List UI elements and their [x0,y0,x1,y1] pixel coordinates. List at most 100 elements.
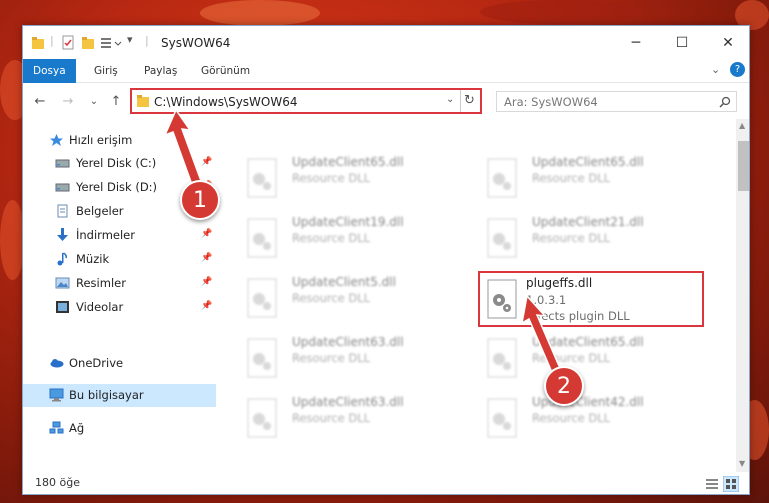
explorer-window: | ▾ | SysWOW64 ─ ☐ ✕ Dosya Giriş Paylaş … [22,25,750,495]
window-title: SysWOW64 [161,36,231,50]
file-name: UpdateClient65.dll [532,335,644,349]
title-bar: | ▾ | SysWOW64 ─ ☐ ✕ [23,26,749,59]
dll-file-icon [487,398,517,438]
dll-file-icon [247,218,277,258]
sidebar-item-label: Belgeler [76,204,124,218]
separator: | [145,34,149,47]
folder-icon [137,95,149,107]
sidebar-item-label: Bu bilgisayar [69,388,144,402]
callout-2: 2 [544,366,584,406]
sidebar-item-onedrive[interactable]: OneDrive [23,352,216,375]
pin-icon[interactable]: 📌 [201,277,212,287]
expand-ribbon-icon[interactable]: ⌄ [711,63,720,76]
sidebar-item-label: Ağ [69,421,85,435]
file-version: 1.0.3.1 [526,293,567,307]
sidebar-item-label: Yerel Disk (C:) [76,156,157,170]
sidebar-item-quick-access[interactable]: Hızlı erişim [23,129,216,152]
address-dropdown-icon[interactable]: ⌄ [446,94,454,105]
file-name: plugeffs.dll [526,276,593,290]
customize-quick-access-icon[interactable]: ▾ [127,33,133,49]
sidebar-item-this-pc[interactable]: Bu bilgisayar [23,384,216,407]
file-item[interactable]: UpdateClient63.dll Resource DLL [240,391,440,443]
sidebar-item-music[interactable]: Müzik 📌 [23,248,216,271]
picture-icon [55,277,70,289]
separator: | [50,34,54,47]
file-item[interactable]: UpdateClient42.dll Resource DLL [480,391,680,443]
file-description: Resource DLL [532,351,611,365]
ribbon: Dosya Giriş Paylaş Görünüm ⌄ ? [23,59,749,83]
file-description: Resource DLL [532,171,611,185]
file-name: UpdateClient63.dll [292,395,404,409]
file-item[interactable]: UpdateClient5.dll Resource DLL [240,271,440,323]
file-item-plugeffs[interactable]: plugeffs.dll 1.0.3.1 Effects plugin DLL [478,271,704,327]
sidebar-item-label: Yerel Disk (D:) [76,180,158,194]
sidebar-item-label: Hızlı erişim [69,133,133,147]
file-description: Resource DLL [292,231,371,245]
file-item[interactable]: UpdateClient63.dll Resource DLL [240,331,440,383]
sidebar-item-label: Videolar [76,300,124,314]
tab-dosya[interactable]: Dosya [23,59,76,83]
sidebar-item-downloads[interactable]: İndirmeler 📌 [23,224,216,247]
download-icon [57,228,68,241]
pin-icon[interactable]: 📌 [201,301,212,311]
help-icon[interactable]: ? [730,62,745,77]
document-icon [57,204,68,218]
back-button[interactable]: ← [31,92,49,110]
properties-icon[interactable] [61,35,75,51]
tab-gorunum[interactable]: Görünüm [201,59,250,83]
tab-giris[interactable]: Giriş [94,59,118,83]
file-description: Effects plugin DLL [526,309,630,323]
file-description: Resource DLL [292,291,371,305]
sidebar-item-pictures[interactable]: Resimler 📌 [23,272,216,295]
pin-icon[interactable]: 📌 [201,253,212,263]
sidebar-item-network[interactable]: Ağ [23,417,216,440]
search-box[interactable]: Ara: SysWOW64 [496,91,737,112]
pin-icon[interactable]: 📌 [201,157,212,167]
up-button[interactable]: ↑ [107,92,125,110]
recent-locations-button[interactable]: ⌄ [85,92,103,110]
new-folder-icon[interactable] [81,35,95,51]
scroll-down-icon[interactable]: ▼ [739,459,745,468]
file-description: Resource DLL [532,231,611,245]
sidebar-item-label: Müzik [76,252,110,266]
file-item[interactable]: UpdateClient19.dll Resource DLL [240,211,440,263]
item-count: 180 öğe [35,476,80,489]
minimize-button[interactable]: ─ [613,26,659,59]
vertical-scrollbar[interactable]: ▲ ▼ [736,119,749,472]
video-icon [56,301,69,313]
file-item[interactable]: UpdateClient65.dll Resource DLL [240,151,440,203]
scroll-up-icon[interactable]: ▲ [739,121,745,130]
tab-paylas[interactable]: Paylaş [144,59,177,83]
dll-file-icon [247,338,277,378]
drive-icon [55,159,70,168]
pin-icon[interactable]: 📌 [201,229,212,239]
folder-icon[interactable] [31,35,45,51]
details-view-icon[interactable] [705,477,719,491]
network-icon [49,421,64,434]
star-icon [50,134,63,146]
dll-file-icon [247,398,277,438]
file-item[interactable]: UpdateClient65.dll Resource DLL [480,151,680,203]
file-name: UpdateClient63.dll [292,335,404,349]
large-icons-view-icon[interactable] [723,476,739,492]
drive-icon [55,183,70,192]
dll-file-icon [247,158,277,198]
maximize-button[interactable]: ☐ [659,26,705,59]
view-menu-icon[interactable] [100,35,122,51]
callout-1: 1 [180,180,220,220]
close-button[interactable]: ✕ [705,26,749,59]
forward-button[interactable]: → [59,92,77,110]
address-bar[interactable]: C:\Windows\SysWOW64 ⌄ ↻ [130,88,482,114]
search-input[interactable]: Ara: SysWOW64 [504,95,598,109]
refresh-icon[interactable]: ↻ [464,93,475,108]
search-icon[interactable] [719,96,731,108]
dll-file-icon [247,278,277,318]
dll-file-icon [487,338,517,378]
divider [460,90,461,112]
scrollbar-thumb[interactable] [738,141,749,191]
file-description: Resource DLL [292,171,371,185]
file-item[interactable]: UpdateClient21.dll Resource DLL [480,211,680,263]
sidebar-item-videos[interactable]: Videolar 📌 [23,296,216,319]
navigation-bar: ← → ⌄ ↑ C:\Windows\SysWOW64 ⌄ ↻ Ara: Sys… [23,83,749,119]
sidebar-item-local-disk-c[interactable]: Yerel Disk (C:) 📌 [23,152,216,175]
